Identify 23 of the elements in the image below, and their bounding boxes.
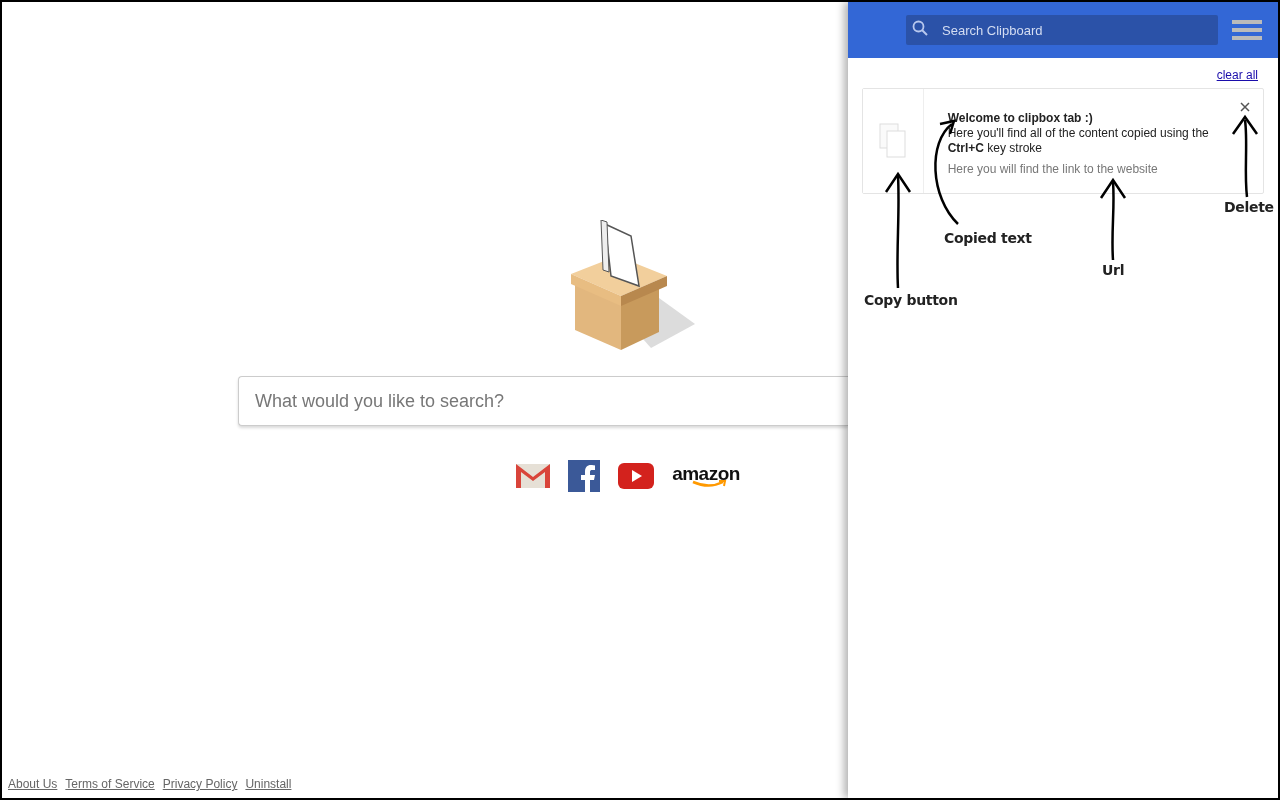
copy-button[interactable]	[863, 89, 924, 193]
annotation-label: Copied text	[944, 230, 1032, 246]
search-icon	[912, 20, 928, 36]
annotation-label: Url	[1102, 262, 1125, 278]
clipboard-search-field[interactable]: Search Clipboard	[906, 15, 1218, 45]
footer-link[interactable]: Privacy Policy	[162, 777, 238, 791]
footer-link[interactable]: Terms of Service	[65, 777, 155, 791]
search-field[interactable]: What would you like to search?	[238, 376, 848, 426]
footer-link[interactable]: About Us	[8, 777, 58, 791]
menu-icon[interactable]	[1232, 20, 1262, 40]
play-button-icon[interactable]	[618, 463, 655, 489]
copy-icon	[878, 123, 907, 159]
mail-envelope-icon[interactable]	[516, 464, 551, 488]
facebook-f-icon[interactable]	[568, 460, 601, 492]
close-icon[interactable]	[1240, 102, 1250, 112]
item-url[interactable]: Here you will find the link to the website	[947, 162, 1233, 177]
clear-all-link[interactable]: clear all	[1216, 68, 1258, 82]
item-title: Welcome to clipbox tab :)	[947, 111, 1094, 126]
copied-text: Here you'll find all of the content copied using the Ctrl+C key stroke	[947, 126, 1210, 156]
annotation-label: Delete	[1224, 199, 1274, 215]
amazon-logo[interactable]: amazon	[672, 464, 740, 488]
footer-link[interactable]: Uninstall	[245, 777, 292, 791]
annotation-label: Copy button	[864, 292, 958, 308]
